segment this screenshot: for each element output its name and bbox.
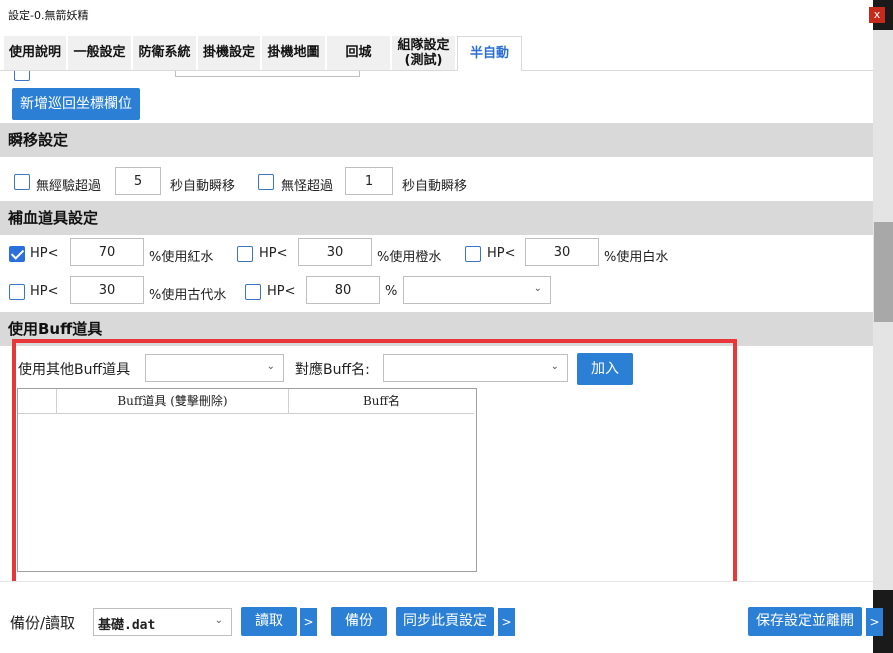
- tab-bar: 使用說明 一般設定 防衛系統 掛機設定 掛機地圖 回城 組隊設定 (測試) 半自…: [0, 36, 873, 71]
- orange-potion-hp-label: HP<: [259, 246, 288, 261]
- white-potion-hp-label: HP<: [487, 246, 516, 261]
- no-monster-checkbox[interactable]: [258, 174, 274, 190]
- highlight-box: [12, 339, 737, 589]
- red-potion-threshold-input[interactable]: 70: [70, 238, 144, 266]
- custom-potion-select[interactable]: ⌄: [403, 276, 551, 304]
- horizontal-scrollbar[interactable]: [0, 581, 873, 599]
- tab-semi-auto[interactable]: 半自動: [457, 36, 522, 71]
- orange-potion-label: %使用橙水: [377, 250, 442, 265]
- no-monster-suffix: 秒自動瞬移: [402, 179, 468, 194]
- chevron-down-icon: ⌄: [214, 615, 223, 626]
- tab-party-line1: 組隊設定: [397, 38, 450, 53]
- teleport-section-header: 瞬移設定: [0, 123, 873, 157]
- custom-potion-percent-label: %: [385, 284, 398, 299]
- white-potion-label: %使用白水: [604, 250, 669, 265]
- ancient-potion-threshold-input[interactable]: 30: [70, 276, 144, 304]
- tab-idle-settings[interactable]: 掛機設定: [198, 36, 260, 70]
- add-patrol-button[interactable]: 新增巡回坐標欄位: [12, 88, 140, 120]
- tab-instructions[interactable]: 使用說明: [4, 36, 66, 70]
- close-icon[interactable]: x: [869, 7, 885, 23]
- sync-page-button[interactable]: 同步此頁設定: [396, 607, 494, 636]
- potion-section-header: 補血道具設定: [0, 201, 873, 235]
- save-and-exit-button[interactable]: 保存設定並離開: [748, 607, 862, 636]
- orange-potion-checkbox[interactable]: [237, 246, 253, 262]
- footer-bar: 備份/讀取 基礎.dat ⌄ 讀取 > 備份 同步此頁設定 > 保存設定並離開: [0, 598, 873, 653]
- no-monster-seconds-input[interactable]: 1: [345, 167, 393, 195]
- tab-party[interactable]: 組隊設定 (測試): [392, 36, 455, 70]
- sync-more-button[interactable]: >: [498, 608, 515, 636]
- window-title: 設定-0.無箭妖精: [8, 9, 89, 22]
- white-potion-threshold-input[interactable]: 30: [525, 238, 599, 266]
- patrol-input[interactable]: [175, 71, 360, 77]
- white-potion-checkbox[interactable]: [465, 246, 481, 262]
- no-exp-label: 無經驗超過: [36, 179, 102, 194]
- settings-window: 設定-0.無箭妖精 使用說明 一般設定 防衛系統 掛機設定 掛機地圖 回城 組隊…: [0, 0, 873, 653]
- title-bar: 設定-0.無箭妖精: [0, 0, 873, 30]
- tab-return-town[interactable]: 回城: [327, 36, 390, 70]
- orange-potion-threshold-input[interactable]: 30: [298, 238, 372, 266]
- read-button[interactable]: 讀取: [241, 607, 297, 636]
- tab-idle-map[interactable]: 掛機地圖: [262, 36, 325, 70]
- backup-label: 備份/讀取: [10, 614, 76, 632]
- no-monster-label: 無怪超過: [281, 179, 334, 194]
- save-more-button[interactable]: >: [866, 608, 883, 636]
- backup-file-value: 基礎.dat: [98, 618, 156, 633]
- backup-button[interactable]: 備份: [331, 607, 387, 636]
- custom-potion-checkbox[interactable]: [245, 284, 261, 300]
- patrol-checkbox[interactable]: [14, 71, 30, 81]
- read-more-button[interactable]: >: [300, 608, 317, 636]
- chevron-down-icon: ⌄: [533, 283, 542, 294]
- red-potion-hp-label: HP<: [30, 246, 59, 261]
- red-potion-checkbox[interactable]: [9, 246, 25, 262]
- custom-potion-hp-label: HP<: [267, 284, 296, 299]
- backup-file-select[interactable]: 基礎.dat ⌄: [93, 608, 232, 636]
- no-exp-suffix: 秒自動瞬移: [170, 179, 236, 194]
- tab-defense[interactable]: 防衛系統: [133, 36, 196, 70]
- custom-potion-threshold-input[interactable]: 80: [306, 276, 380, 304]
- ancient-potion-hp-label: HP<: [30, 284, 59, 299]
- vertical-scrollbar-thumb[interactable]: [874, 222, 893, 322]
- no-exp-checkbox[interactable]: [14, 174, 30, 190]
- ancient-potion-checkbox[interactable]: [9, 284, 25, 300]
- tab-general[interactable]: 一般設定: [68, 36, 131, 70]
- no-exp-seconds-input[interactable]: 5: [115, 167, 161, 195]
- ancient-potion-label: %使用古代水: [149, 288, 227, 303]
- red-potion-label: %使用紅水: [149, 250, 214, 265]
- tab-party-line2: (測試): [404, 53, 443, 68]
